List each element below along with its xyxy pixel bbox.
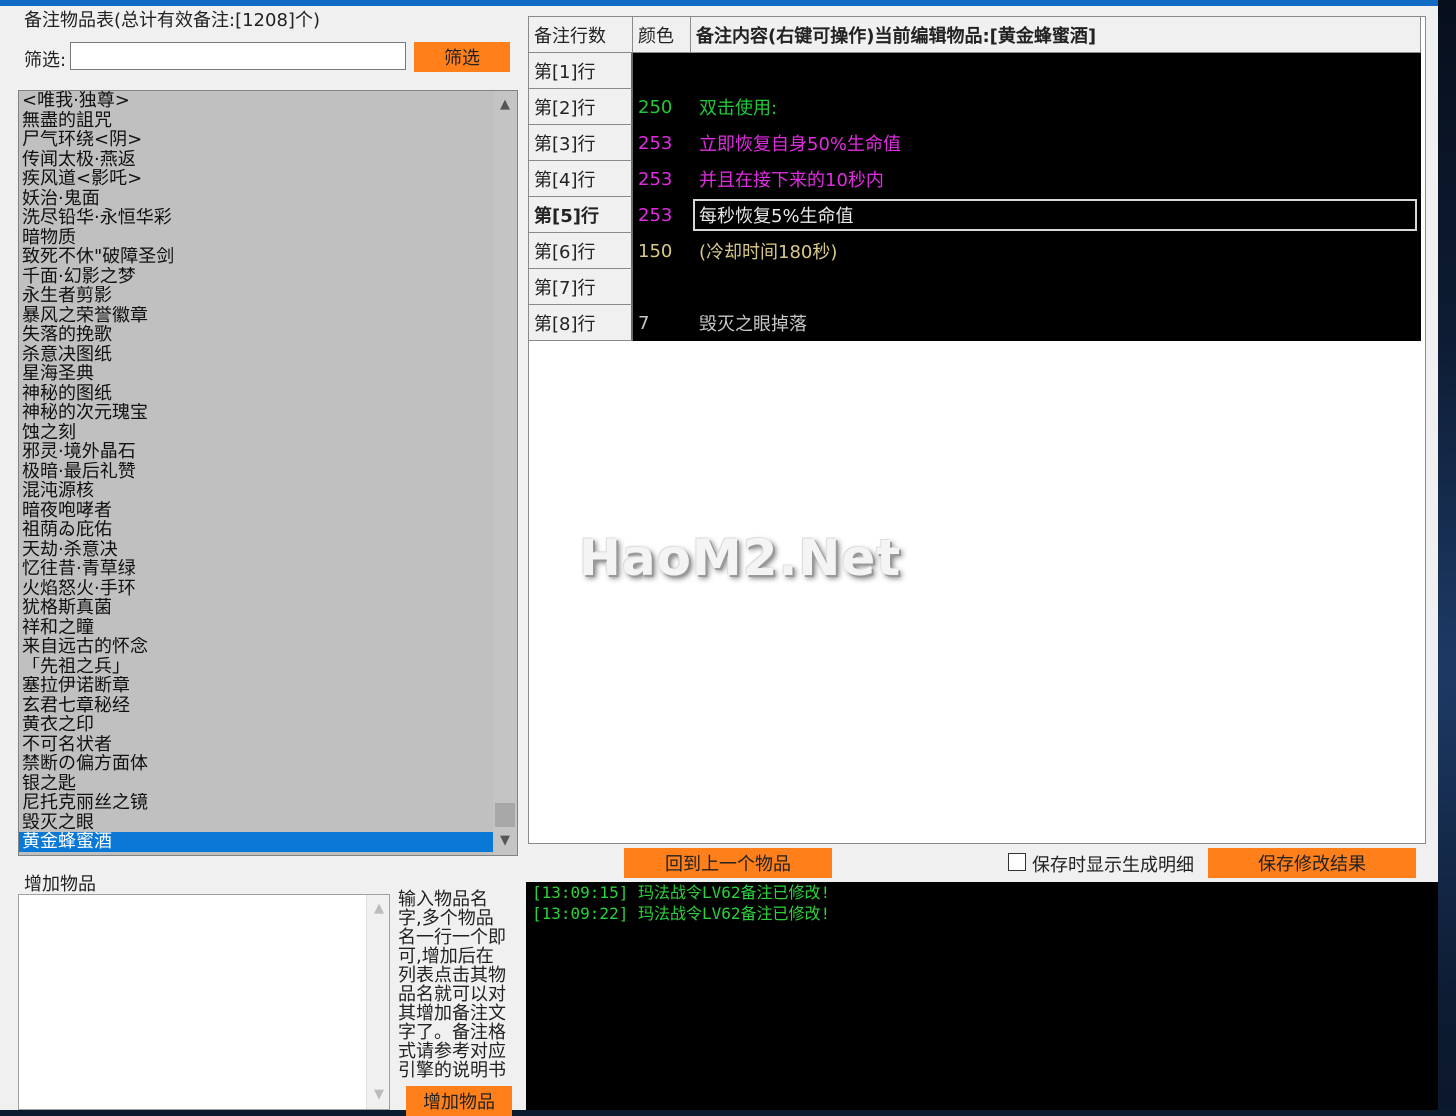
list-item[interactable]: 禁断の偏方面体 — [19, 754, 493, 774]
header-row-number: 备注行数 — [529, 17, 633, 53]
list-item[interactable]: 暗夜咆哮者 — [19, 501, 493, 521]
list-item[interactable]: 传闻太极·燕返 — [19, 150, 493, 170]
grid-color-cell[interactable]: 253 — [633, 161, 691, 197]
add-item-label: 增加物品 — [24, 874, 96, 895]
filter-label: 筛选: — [24, 50, 67, 71]
add-item-textarea[interactable]: ▲ ▼ — [18, 894, 390, 1110]
list-item[interactable]: 黄金蜂蜜酒 — [19, 832, 493, 852]
list-item[interactable]: 暗物质 — [19, 228, 493, 248]
previous-item-button[interactable]: 回到上一个物品 — [624, 848, 832, 878]
list-item[interactable]: 千面·幻影之梦 — [19, 267, 493, 287]
list-item[interactable]: 祖荫ゐ庇佑 — [19, 520, 493, 540]
grid-row-label[interactable]: 第[7]行 — [529, 269, 633, 305]
list-item[interactable]: 塞拉伊诺断章 — [19, 676, 493, 696]
list-item[interactable]: 永生者剪影 — [19, 286, 493, 306]
grid-color-cell[interactable]: 150 — [633, 233, 691, 269]
list-item[interactable]: 混沌源核 — [19, 481, 493, 501]
list-item[interactable]: 毁灭之眼 — [19, 813, 493, 833]
grid-header: 备注行数 颜色 备注内容(右键可操作)当前编辑物品:[黄金蜂蜜酒] — [529, 17, 1421, 53]
list-item[interactable]: 黄衣之印 — [19, 715, 493, 735]
add-item-hint: 输入物品名字,多个物品名一行一个即可,增加后在列表点击其物品名就可以对其增加备注… — [398, 889, 506, 1081]
grid-color-cell[interactable]: 253 — [633, 197, 691, 233]
list-item[interactable]: 暴风之荣誉徽章 — [19, 306, 493, 326]
log-console: [13:09:15] 玛法战令LV62备注已修改! [13:09:22] 玛法战令… — [526, 882, 1438, 1110]
watermark: HaoM2.Net — [579, 529, 902, 587]
grid-row-label[interactable]: 第[1]行 — [529, 53, 633, 89]
item-list-rows: <唯我·独尊> 無盡的詛咒 尸气环绕<阴> 传闻太极·燕返 疾风道<影吒> 妖治·鬼面 洗尽… — [19, 91, 493, 852]
list-item[interactable]: 邪灵·境外晶石 — [19, 442, 493, 462]
log-line: [13:09:22] 玛法战令LV62备注已修改! — [532, 904, 831, 923]
list-item[interactable]: 蚀之刻 — [19, 423, 493, 443]
scroll-down-icon[interactable]: ▼ — [367, 1083, 391, 1107]
grid-color-cell[interactable]: 253 — [633, 125, 691, 161]
show-details-checkbox[interactable] — [1008, 853, 1026, 871]
grid-text-cell[interactable]: 双击使用: — [691, 89, 1421, 125]
save-changes-button[interactable]: 保存修改结果 — [1208, 848, 1416, 878]
item-note-editor-window: 备注物品表(总计有效备注:[1208]个) 筛选: 筛选 <唯我·独尊> 無盡的詛… — [0, 0, 1438, 1116]
show-details-label: 保存时显示生成明细 — [1032, 855, 1194, 876]
grid-color-cell[interactable] — [633, 53, 691, 89]
grid-text-cell[interactable] — [691, 53, 1421, 89]
grid-color-cell[interactable]: 7 — [633, 305, 691, 341]
grid-row-label[interactable]: 第[8]行 — [529, 305, 633, 341]
item-listbox[interactable]: <唯我·独尊> 無盡的詛咒 尸气环绕<阴> 传闻太极·燕返 疾风道<影吒> 妖治·鬼面 洗尽… — [18, 90, 518, 856]
grid-text-cell[interactable]: 并且在接下来的10秒内 — [691, 161, 1421, 197]
list-item[interactable]: 犹格斯真菌 — [19, 598, 493, 618]
grid-text-cell[interactable]: (冷却时间180秒) — [691, 233, 1421, 269]
list-item[interactable]: 来自远古的怀念 — [19, 637, 493, 657]
grid-row-label[interactable]: 第[4]行 — [529, 161, 633, 197]
grid-color-cell[interactable]: 250 — [633, 89, 691, 125]
list-item[interactable]: 洗尽铅华·永恒华彩 — [19, 208, 493, 228]
list-item[interactable]: 致死不休"破障圣剑 — [19, 247, 493, 267]
grid-text-value: 每秒恢复5%生命值 — [699, 206, 854, 227]
grid-text-cell[interactable]: 立即恢复自身50%生命值 — [691, 125, 1421, 161]
grid-text-cell-editing[interactable]: 每秒恢复5%生命值 — [691, 197, 1421, 233]
scroll-up-icon[interactable]: ▲ — [493, 93, 517, 117]
scroll-down-icon[interactable]: ▼ — [493, 829, 517, 853]
list-item[interactable]: 火焰怒火·手环 — [19, 579, 493, 599]
list-item[interactable]: 银之匙 — [19, 774, 493, 794]
list-item[interactable]: 疾风道<影吒> — [19, 169, 493, 189]
list-item[interactable]: 尸气环绕<阴> — [19, 130, 493, 150]
list-item[interactable]: 神秘的图纸 — [19, 384, 493, 404]
scroll-thumb[interactable] — [495, 803, 515, 827]
scroll-up-icon[interactable]: ▲ — [367, 897, 391, 921]
list-item[interactable]: 玄君七章秘经 — [19, 696, 493, 716]
header-color: 颜色 — [633, 17, 691, 53]
grid-text-cell[interactable]: 毁灭之眼掉落 — [691, 305, 1421, 341]
filter-button[interactable]: 筛选 — [414, 42, 510, 72]
list-item[interactable]: 极暗·最后礼赞 — [19, 462, 493, 482]
add-item-scrollbar[interactable]: ▲ ▼ — [366, 895, 389, 1109]
list-item[interactable]: 忆往昔·青草绿 — [19, 559, 493, 579]
note-grid[interactable]: 备注行数 颜色 备注内容(右键可操作)当前编辑物品:[黄金蜂蜜酒] 第[1]行第… — [528, 16, 1426, 844]
grid-color-cell[interactable] — [633, 269, 691, 305]
add-item-button[interactable]: 增加物品 — [406, 1086, 512, 1116]
grid-row-label[interactable]: 第[6]行 — [529, 233, 633, 269]
list-item[interactable]: 祥和之瞳 — [19, 618, 493, 638]
list-item[interactable]: <唯我·独尊> — [19, 91, 493, 111]
list-item[interactable]: 天劫·杀意决 — [19, 540, 493, 560]
list-item[interactable]: 杀意决图纸 — [19, 345, 493, 365]
filter-input[interactable] — [70, 42, 406, 70]
grid-row-label[interactable]: 第[3]行 — [529, 125, 633, 161]
item-list-scrollbar[interactable]: ▲ ▼ — [493, 91, 517, 855]
list-item[interactable]: 「先祖之兵」 — [19, 657, 493, 677]
list-item[interactable]: 神秘的次元瑰宝 — [19, 403, 493, 423]
item-list-group-title: 备注物品表(总计有效备注:[1208]个) — [24, 10, 320, 31]
header-content: 备注内容(右键可操作)当前编辑物品:[黄金蜂蜜酒] — [691, 17, 1421, 53]
grid-row-label[interactable]: 第[5]行 — [529, 197, 633, 233]
list-item[interactable]: 星海圣典 — [19, 364, 493, 384]
grid-row-label[interactable]: 第[2]行 — [529, 89, 633, 125]
list-item[interactable]: 失落的挽歌 — [19, 325, 493, 345]
log-line: [13:09:15] 玛法战令LV62备注已修改! — [532, 883, 831, 902]
list-item[interactable]: 妖治·鬼面 — [19, 189, 493, 209]
list-item[interactable]: 無盡的詛咒 — [19, 111, 493, 131]
list-item[interactable]: 尼托克丽丝之镜 — [19, 793, 493, 813]
list-item[interactable]: 不可名状者 — [19, 735, 493, 755]
grid-text-cell[interactable] — [691, 269, 1421, 305]
